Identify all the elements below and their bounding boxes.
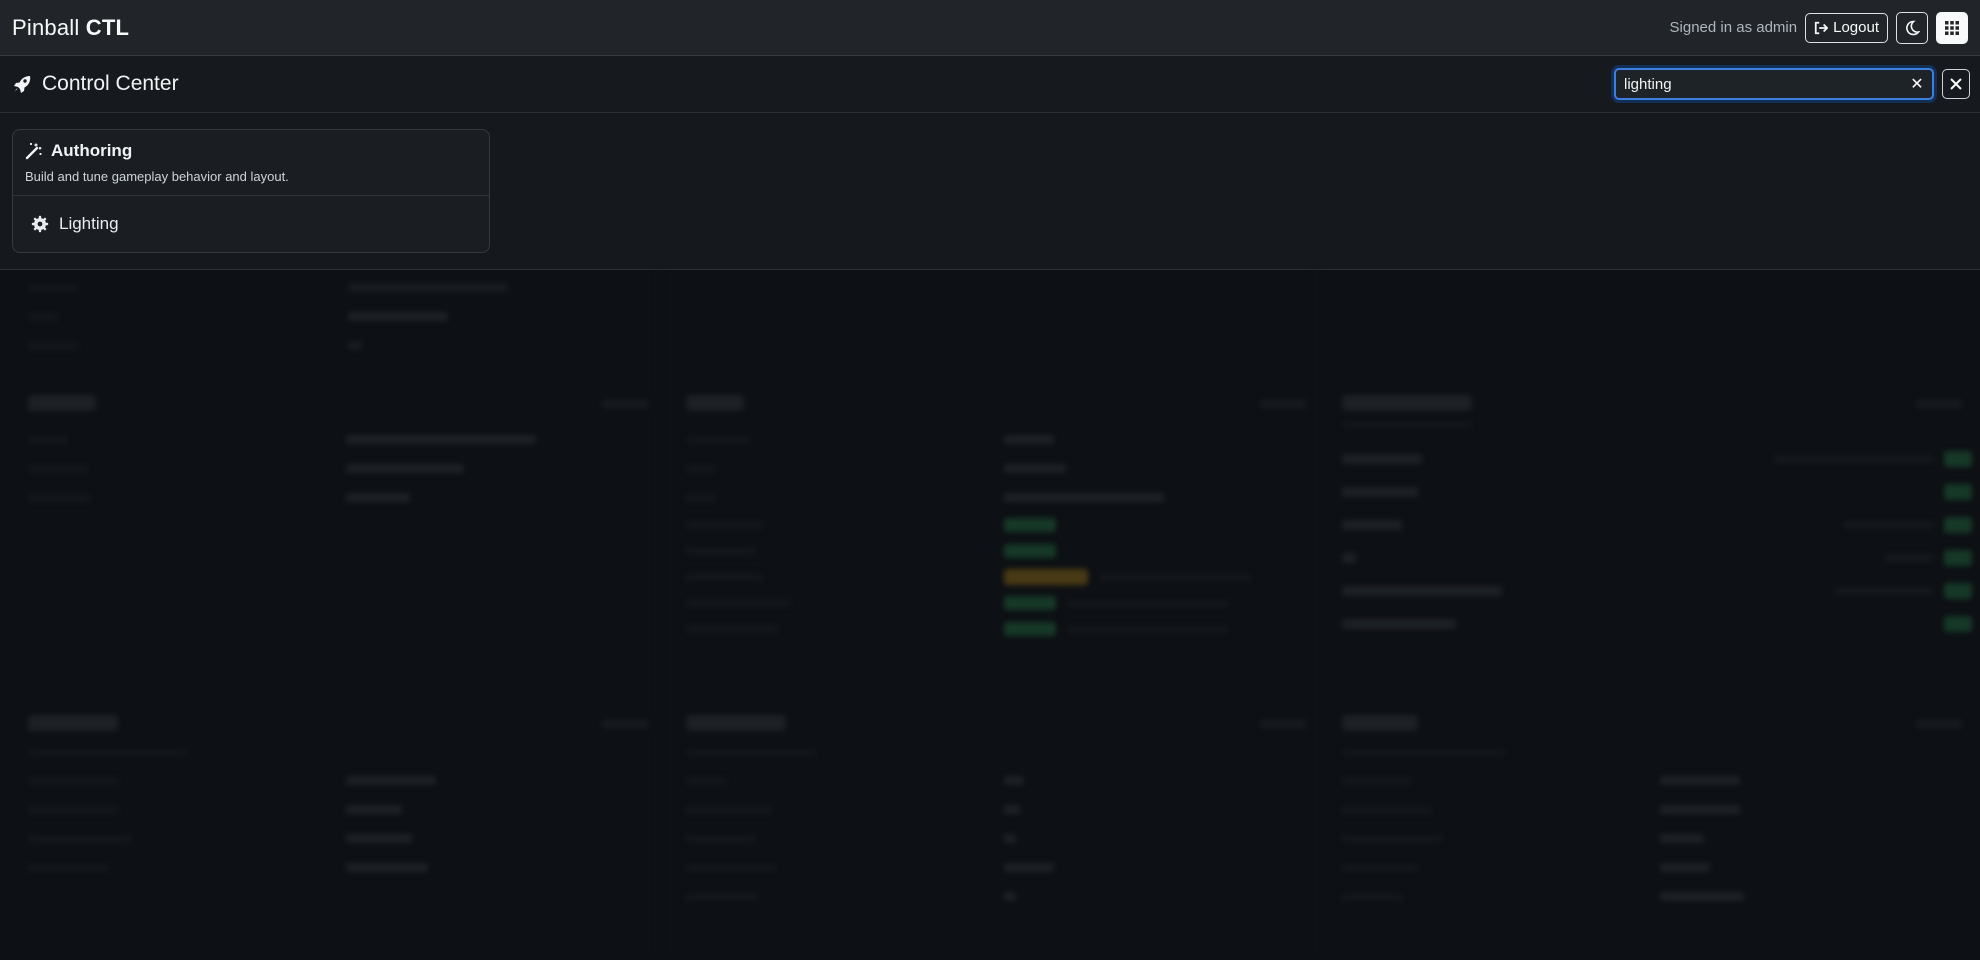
panel-row: [686, 616, 1316, 642]
theme-toggle-button[interactable]: [1896, 11, 1928, 44]
result-group: Authoring Build and tune gameplay behavi…: [13, 130, 489, 196]
panel-row: [686, 538, 1316, 564]
panel-row: [686, 766, 1316, 795]
panel-controls: [1260, 399, 1306, 409]
dependency-row: [1342, 574, 1972, 607]
dashboard-panel: [1342, 715, 1972, 911]
brand-text-bold: CTL: [85, 14, 130, 40]
panel-row: [686, 512, 1316, 538]
logout-label: Logout: [1833, 19, 1879, 36]
panel-controls: [1916, 719, 1962, 729]
panel-row: [28, 795, 658, 824]
dashboard-panel: [28, 273, 658, 360]
panel-row: [28, 425, 658, 454]
panel-row: [28, 302, 658, 331]
sign-out-icon: [1814, 21, 1829, 34]
panel-row: [1342, 824, 1972, 853]
dependency-row: [1342, 508, 1972, 541]
panel-row: [686, 564, 1316, 590]
close-search-button[interactable]: [1942, 69, 1970, 99]
panel-row: [686, 454, 1316, 483]
panel-title: [1342, 715, 1418, 731]
result-item-lighting[interactable]: Lighting: [13, 196, 489, 252]
navbar-actions: Signed in as admin Logout: [1669, 11, 1968, 44]
grid-icon: [1945, 20, 1959, 35]
panel-title: [686, 715, 786, 731]
panel-row: [1342, 766, 1972, 795]
panel-row: [28, 454, 658, 483]
rocket-icon: [14, 76, 31, 93]
dependency-row: [1342, 475, 1972, 508]
search-area: ✕: [1614, 68, 1970, 100]
panel-row: [686, 882, 1316, 911]
panel-controls: [602, 399, 648, 409]
dashboard-panel: [1342, 395, 1972, 640]
dashboard-panel: [686, 395, 1316, 642]
magic-wand-icon: [25, 143, 42, 160]
panel-row: [686, 590, 1316, 616]
search-field[interactable]: ✕: [1614, 68, 1934, 100]
panel-row: [1342, 853, 1972, 882]
panel-title: [28, 395, 96, 411]
dashboard-panel: [28, 395, 658, 512]
panel-controls: [1260, 719, 1306, 729]
search-results-overlay: Authoring Build and tune gameplay behavi…: [0, 113, 1980, 270]
panel-row: [686, 795, 1316, 824]
brand-logo[interactable]: Pinball CTL: [12, 15, 129, 41]
result-item-label: Lighting: [59, 214, 119, 233]
close-icon: [1950, 78, 1962, 90]
result-group-title: Authoring: [51, 141, 133, 160]
panel-row: [28, 766, 658, 795]
panel-row: [28, 853, 658, 882]
moon-icon: [1906, 20, 1920, 35]
clear-search-icon[interactable]: ✕: [1910, 74, 1924, 94]
dependency-row: [1342, 442, 1972, 475]
search-input[interactable]: [1624, 75, 1910, 93]
search-results-card: Authoring Build and tune gameplay behavi…: [12, 129, 490, 253]
brand-text: Pinball: [12, 14, 86, 40]
result-group-description: Build and tune gameplay behavior and lay…: [25, 169, 289, 184]
panel-title: [1342, 395, 1472, 411]
panel-row: [1342, 795, 1972, 824]
apps-menu-button[interactable]: [1936, 11, 1968, 44]
page-header: Control Center ✕: [0, 56, 1980, 113]
panel-row: [28, 331, 658, 360]
page-title: Control Center: [42, 72, 179, 95]
panel-title: [686, 395, 744, 411]
panel-controls: [602, 719, 648, 729]
panel-row: [28, 273, 658, 302]
top-navbar: Pinball CTL Signed in as admin Logout: [0, 0, 1980, 56]
panel-row: [686, 483, 1316, 512]
panel-title: [28, 715, 118, 731]
panel-row: [686, 824, 1316, 853]
result-group-title-row: Authoring: [25, 141, 477, 161]
dependency-row: [1342, 541, 1972, 574]
dependency-row: [1342, 607, 1972, 640]
panel-controls: [1916, 399, 1962, 409]
panel-row: [686, 425, 1316, 454]
signed-in-label: Signed in as admin: [1669, 19, 1798, 36]
panel-row: [686, 853, 1316, 882]
gear-icon: [31, 215, 49, 233]
panel-row: [28, 824, 658, 853]
page-title-wrap: Control Center: [12, 72, 179, 96]
dashboard-panel: [686, 715, 1316, 911]
panel-row: [1342, 882, 1972, 911]
logout-button[interactable]: Logout: [1805, 12, 1888, 43]
panel-row: [28, 483, 658, 512]
dashboard-panel: [28, 715, 658, 882]
